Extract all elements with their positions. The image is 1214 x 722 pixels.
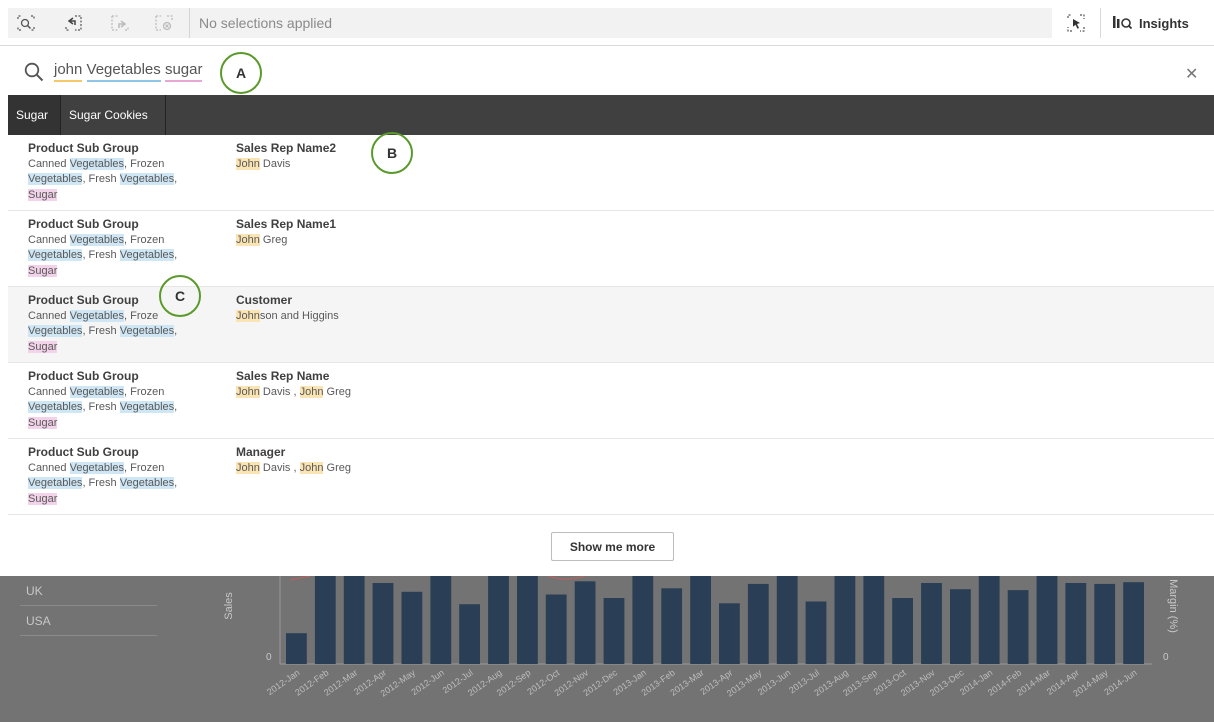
show-more-area: Show me more — [0, 516, 1214, 576]
chart-bar — [776, 576, 798, 664]
chart-bar — [690, 576, 711, 664]
result-field-values: Canned Vegetables, Frozen Vegetables, Fr… — [28, 461, 178, 505]
chart-bar — [632, 576, 654, 664]
y-zero-label: 0 — [266, 652, 272, 663]
result-row[interactable]: Product Sub Group Canned Vegetables, Fro… — [8, 363, 1214, 439]
selection-bar: No selections applied — [8, 8, 1052, 38]
result-field-values: John Davis , John Greg — [236, 461, 351, 474]
result-row[interactable]: Product Sub Group Canned Vegetables, Fro… — [8, 211, 1214, 287]
chart-bar — [863, 576, 885, 664]
search-bar: john Vegetables sugar ✕ — [0, 46, 1214, 94]
result-field-name: Product Sub Group — [28, 445, 139, 459]
chart-bar — [892, 598, 913, 664]
search-results-list: Product Sub Group Canned Vegetables, Fro… — [8, 135, 1214, 515]
result-field-name: Sales Rep Name — [236, 369, 330, 383]
chart-bar — [805, 601, 827, 664]
chart-bar — [286, 633, 307, 664]
chart-bar — [1094, 583, 1116, 664]
chart-bar — [1065, 583, 1087, 664]
chart-bar — [430, 576, 452, 664]
chart-bar — [459, 604, 480, 664]
sales-bar-chart: 2012-Jan2012-Feb2012-Mar2012-Apr2012-May… — [223, 576, 1179, 699]
y2-axis-label: Margin (%) — [1167, 579, 1179, 633]
result-field-values: John Davis , John Greg — [236, 385, 351, 398]
chart-bar — [372, 583, 394, 664]
search-term-john: john — [54, 61, 83, 82]
result-field-name: Customer — [236, 293, 293, 307]
result-row[interactable]: Product Sub Group Canned Vegetables, Fro… — [8, 135, 1214, 211]
chart-bar — [545, 594, 567, 664]
chart-bar — [1123, 582, 1144, 664]
associations-tab-strip: Sugar Sugar Cookies — [8, 95, 1214, 135]
chart-bar — [747, 583, 769, 664]
chart-bar — [1036, 576, 1058, 664]
result-field-values: Johnson and Higgins — [236, 309, 339, 322]
clear-selections-icon[interactable] — [155, 15, 173, 31]
result-field-name: Manager — [236, 445, 286, 459]
tab-divider — [165, 95, 166, 135]
y-axis-label: Sales — [223, 592, 235, 620]
chart-bar — [314, 576, 336, 664]
result-field-values: Canned Vegetables, Frozen Vegetables, Fr… — [28, 233, 178, 277]
result-field-name: Product Sub Group — [28, 141, 139, 155]
result-field-values: Canned Vegetables, Frozen Vegetables, Fr… — [28, 157, 178, 201]
chart-bar — [603, 598, 625, 664]
result-field-values: Canned Vegetables, Frozen Vegetables, Fr… — [28, 385, 178, 429]
x-tick-label: 2013-Jun — [756, 667, 792, 697]
chart-bar — [574, 581, 596, 664]
result-field-name: Sales Rep Name1 — [236, 217, 337, 231]
callout-c: C — [159, 275, 201, 317]
result-field-name: Product Sub Group — [28, 217, 139, 231]
chart-bar — [921, 583, 942, 664]
margin-line — [547, 576, 586, 580]
chart-bar — [834, 576, 856, 664]
toolbar-divider — [1100, 8, 1101, 38]
y2-zero-label: 0 — [1163, 652, 1169, 663]
step-forward-icon[interactable] — [111, 15, 129, 31]
chart-bar — [950, 589, 971, 664]
step-back-icon[interactable] — [65, 15, 83, 31]
background-sheet: UK USA 2012-Jan 2012-Feb 2012-Mar 2012-Apr 2… — [0, 576, 1214, 722]
selections-tool-icon[interactable] — [1067, 14, 1085, 37]
margin-line — [289, 576, 311, 581]
close-icon[interactable]: ✕ — [1185, 64, 1198, 84]
tab-sugar[interactable]: Sugar — [8, 95, 60, 135]
chart-bar — [517, 576, 538, 664]
callout-b: B — [371, 132, 413, 174]
insights-label: Insights — [1139, 15, 1189, 31]
search-icon — [24, 62, 44, 87]
result-field-name: Product Sub Group — [28, 369, 139, 383]
insights-icon — [1113, 15, 1135, 32]
chart-bar — [401, 591, 423, 664]
callout-a: A — [220, 52, 262, 94]
chart-bar — [1007, 590, 1029, 664]
smart-search-icon[interactable] — [17, 15, 35, 31]
insights-button[interactable]: Insights — [1113, 10, 1189, 36]
selection-toolbar: No selections applied Insights — [0, 0, 1214, 46]
search-term-vegetables: Vegetables — [86, 61, 161, 82]
x-tick-label: 2012-Jun — [409, 667, 445, 697]
chart-bar — [661, 588, 683, 664]
chart-bar — [719, 603, 740, 664]
toolbar-divider — [189, 8, 190, 38]
search-term-sugar: sugar — [164, 61, 203, 82]
selection-status: No selections applied — [199, 15, 333, 31]
result-row[interactable]: Product Sub Group Canned Vegetables, Fro… — [8, 439, 1214, 515]
chart-bar — [488, 576, 509, 664]
search-input[interactable]: john Vegetables sugar — [54, 61, 203, 82]
chart-bar — [978, 576, 1000, 664]
show-more-button[interactable]: Show me more — [551, 532, 674, 561]
tab-sugar-cookies[interactable]: Sugar Cookies — [61, 95, 165, 135]
chart-bar — [343, 576, 365, 664]
result-field-values: John Greg — [236, 233, 288, 246]
x-tick-label: 2014-Jun — [1102, 667, 1138, 697]
